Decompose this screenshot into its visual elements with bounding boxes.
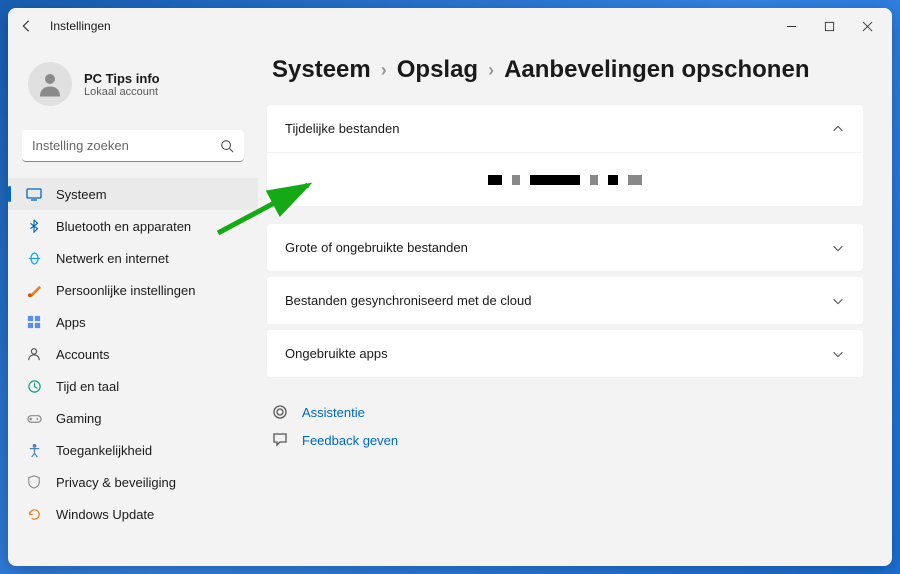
nav-label: Accounts (56, 347, 109, 362)
titlebar: Instellingen (8, 8, 892, 44)
search-box[interactable] (22, 130, 244, 162)
nav-label: Gaming (56, 411, 102, 426)
sidebar-item-bluetooth[interactable]: Bluetooth en apparaten (8, 210, 258, 242)
sidebar-item-system[interactable]: Systeem (8, 178, 258, 210)
window-title: Instellingen (50, 19, 111, 33)
sidebar-item-personalization[interactable]: Persoonlijke instellingen (8, 274, 258, 306)
user-profile[interactable]: PC Tips info Lokaal account (8, 52, 258, 122)
system-icon (26, 186, 42, 202)
minimize-button[interactable] (784, 19, 798, 33)
minimize-icon (786, 21, 797, 32)
window-body: PC Tips info Lokaal account Systeem Blue… (8, 44, 892, 566)
apps-icon (26, 314, 42, 330)
redacted-content (488, 175, 642, 185)
breadcrumb: Systeem › Opslag › Aanbevelingen opschon… (272, 56, 864, 84)
settings-window: Instellingen PC Tips info Lokaal accoun (8, 8, 892, 566)
avatar (28, 62, 72, 106)
sidebar-item-accounts[interactable]: Accounts (8, 338, 258, 370)
titlebar-left: Instellingen (18, 18, 111, 34)
sidebar-item-accessibility[interactable]: Toegankelijkheid (8, 434, 258, 466)
panel-temp-files[interactable]: Tijdelijke bestanden (266, 104, 864, 153)
chevron-down-icon (831, 347, 845, 361)
help-label: Assistentie (302, 405, 365, 420)
chevron-down-icon (831, 241, 845, 255)
panel-cloud-files[interactable]: Bestanden gesynchroniseerd met de cloud (266, 276, 864, 325)
help-link[interactable]: Assistentie (272, 404, 864, 420)
chevron-right-icon: › (381, 60, 387, 81)
helper-links: Assistentie Feedback geven (272, 404, 864, 448)
close-button[interactable] (860, 19, 874, 33)
nav-label: Netwerk en internet (56, 251, 169, 266)
nav-label: Systeem (56, 187, 107, 202)
nav-label: Tijd en taal (56, 379, 119, 394)
nav-label: Toegankelijkheid (56, 443, 152, 458)
nav-label: Apps (56, 315, 86, 330)
breadcrumb-level3: Aanbevelingen opschonen (504, 56, 809, 84)
brush-icon (26, 282, 42, 298)
panel-temp-files-body (266, 153, 864, 207)
panel-title: Tijdelijke bestanden (285, 121, 399, 136)
user-account-type: Lokaal account (84, 86, 160, 98)
sidebar-item-update[interactable]: Windows Update (8, 498, 258, 530)
nav-label: Privacy & beveiliging (56, 475, 176, 490)
breadcrumb-level1[interactable]: Systeem (272, 56, 371, 84)
chevron-right-icon: › (488, 60, 494, 81)
panel-large-files[interactable]: Grote of ongebruikte bestanden (266, 223, 864, 272)
sidebar: PC Tips info Lokaal account Systeem Blue… (8, 44, 258, 566)
maximize-button[interactable] (822, 19, 836, 33)
bluetooth-icon (26, 218, 42, 234)
sidebar-item-time[interactable]: Tijd en taal (8, 370, 258, 402)
clock-icon (26, 378, 42, 394)
search-icon (220, 139, 234, 153)
help-icon (272, 404, 288, 420)
nav-label: Windows Update (56, 507, 154, 522)
chevron-down-icon (831, 294, 845, 308)
sidebar-item-network[interactable]: Netwerk en internet (8, 242, 258, 274)
back-button[interactable] (18, 18, 34, 34)
accessibility-icon (26, 442, 42, 458)
panel-title: Ongebruikte apps (285, 346, 388, 361)
accounts-icon (26, 346, 42, 362)
panel-title: Grote of ongebruikte bestanden (285, 240, 468, 255)
sidebar-item-gaming[interactable]: Gaming (8, 402, 258, 434)
panel-title: Bestanden gesynchroniseerd met de cloud (285, 293, 531, 308)
nav-label: Persoonlijke instellingen (56, 283, 195, 298)
main-content: Systeem › Opslag › Aanbevelingen opschon… (258, 44, 892, 566)
update-icon (26, 506, 42, 522)
nav-label: Bluetooth en apparaten (56, 219, 191, 234)
feedback-icon (272, 432, 288, 448)
panel-unused-apps[interactable]: Ongebruikte apps (266, 329, 864, 378)
chevron-up-icon (831, 122, 845, 136)
nav-list: Systeem Bluetooth en apparaten Netwerk e… (8, 178, 258, 530)
window-controls (784, 19, 882, 33)
gaming-icon (26, 410, 42, 426)
person-icon (35, 69, 65, 99)
shield-icon (26, 474, 42, 490)
sidebar-item-privacy[interactable]: Privacy & beveiliging (8, 466, 258, 498)
feedback-label: Feedback geven (302, 433, 398, 448)
sidebar-item-apps[interactable]: Apps (8, 306, 258, 338)
maximize-icon (824, 21, 835, 32)
user-info: PC Tips info Lokaal account (84, 71, 160, 98)
arrow-left-icon (19, 19, 33, 33)
search-input[interactable] (32, 138, 220, 153)
close-icon (862, 21, 873, 32)
feedback-link[interactable]: Feedback geven (272, 432, 864, 448)
breadcrumb-level2[interactable]: Opslag (397, 56, 478, 84)
network-icon (26, 250, 42, 266)
user-name: PC Tips info (84, 71, 160, 86)
